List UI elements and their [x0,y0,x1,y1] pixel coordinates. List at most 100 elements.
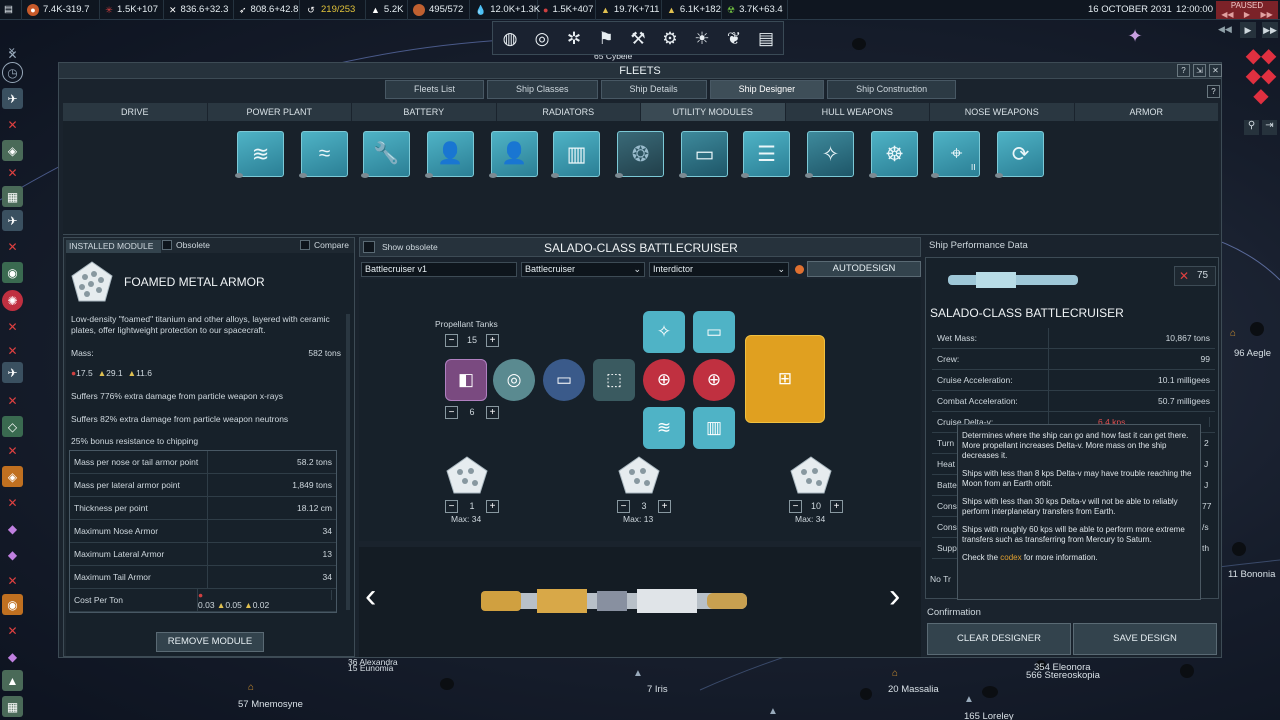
minus-icon[interactable]: − [445,333,458,347]
eye-icon[interactable] [931,173,939,178]
resource-item[interactable]: ▲ 6.1K+182 [662,0,722,20]
eye-icon[interactable] [299,173,307,178]
resource-item[interactable]: ➶ 808.6+42.8 [234,0,300,20]
notes-icon[interactable]: ▤ [751,24,781,54]
helm-icon[interactable]: ☸ [871,131,918,177]
map-label[interactable]: 11 Bononia [1228,569,1275,580]
codex-link[interactable]: codex [1000,553,1021,562]
repair-icon[interactable]: 🔧 [363,131,410,177]
station-icon[interactable]: ▦ [2,186,23,207]
tab-drive[interactable]: DRIVE [63,103,208,121]
propellant-stepper[interactable]: −15 + [445,333,499,347]
resource-item[interactable]: ● 1.5K+407 [538,0,596,20]
fleet-icon[interactable]: ✈ [2,210,23,231]
autodesign-button[interactable]: AUTODESIGN [807,261,921,277]
help-icon[interactable]: ? [1177,64,1190,77]
clear-designer-button[interactable]: CLEAR DESIGNER [927,623,1071,655]
tab-ship-construction[interactable]: Ship Construction [827,80,957,99]
resource-item[interactable]: 💧 12.0K+1.3K [470,0,540,20]
map-label[interactable]: 96 Aegle [1234,348,1271,359]
clock-icon[interactable]: ◷ [2,62,23,83]
drive-module-icon[interactable]: ◧ [445,359,487,401]
minus-icon[interactable]: − [617,499,630,513]
resource-item[interactable]: ☢ 3.7K+63.4 [722,0,788,20]
tab-utility-modules[interactable]: UTILITY MODULES [641,103,786,121]
eye-icon[interactable] [615,173,623,178]
next-arrow-icon[interactable]: › [889,577,900,616]
design-name-input[interactable]: Battlecruiser v1 [361,262,517,277]
map-label[interactable]: 57 Mnemosyne [238,699,303,710]
eye-icon[interactable] [741,173,749,178]
base-icon[interactable]: ◉ [2,594,23,615]
hostile-fleet-icon[interactable]: ✕ [2,570,23,591]
plus-icon[interactable]: + [486,405,499,419]
tab-radiators[interactable]: RADIATORS [496,103,641,121]
resource-item[interactable]: 495/572 [408,0,470,20]
map-label[interactable]: 15 Eunomia [348,663,393,673]
resource-item[interactable]: ✕ 836.6+32.3 [164,0,234,20]
eye-icon[interactable] [679,173,687,178]
water-module-icon[interactable]: ▭ [681,131,728,177]
nation-icon[interactable]: ◍ [495,24,525,54]
outpost-icon[interactable]: ⌂ [892,668,904,680]
alien-fleet-icon[interactable]: ◆ [2,544,23,565]
hostile-fleet-icon[interactable]: ✕ [2,440,23,461]
drive-stepper[interactable]: −6 + [445,405,499,419]
base-icon[interactable]: ◈ [2,466,23,487]
ladder-icon[interactable]: ☰ [743,131,790,177]
collapse-icon[interactable]: ⇥ [1262,120,1277,135]
drone-icon[interactable]: ❂ [617,131,664,177]
tab-ship-classes[interactable]: Ship Classes [487,80,598,99]
resource-item[interactable]: ↺ 219/253 [300,0,366,20]
resource-item[interactable]: ● 7.4K-319.7 [22,0,100,20]
reactor-icon[interactable]: ◎ [493,359,535,401]
minimize-icon[interactable]: ⇲ [1193,64,1206,77]
menu-icon[interactable]: ▤ [0,0,22,20]
lightbulb-icon[interactable]: ☀ [687,24,717,54]
habitat-icon[interactable]: ▲ [2,670,23,691]
weapon-mount-icon[interactable]: ⊕ [643,359,685,401]
research-nav-icon[interactable]: ✲ [559,24,589,54]
propellant-tank-icon[interactable]: ≈ [301,131,348,177]
cylinder-icon[interactable]: ▥ [553,131,600,177]
eye-icon[interactable] [425,173,433,178]
station-marker-icon[interactable]: ▲ [964,694,976,706]
cylinder-icon[interactable]: ▥ [693,407,735,449]
help-icon[interactable]: ? [1207,85,1220,98]
water-tank-icon[interactable]: ≋ [643,407,685,449]
tab-power-plant[interactable]: POWER PLANT [207,103,352,121]
plus-icon[interactable]: + [830,499,843,513]
station-icon[interactable]: ▦ [2,696,23,717]
hostile-fleet-icon[interactable]: ✕ [2,340,23,361]
eye-icon[interactable] [361,173,369,178]
prev-icon[interactable]: ◀◀ [1218,24,1234,38]
habitat-icon[interactable]: ◇ [2,416,23,437]
close-icon[interactable]: ✕ [1209,64,1222,77]
habitat-icon[interactable]: ◈ [2,140,23,161]
speed-control[interactable]: PAUSED ◀◀ ▶ ▶▶ [1216,1,1278,19]
hostile-fleet-icon[interactable]: ✕ [2,492,23,513]
plus-icon[interactable]: + [486,499,499,513]
flag-icon[interactable]: ⚑ [591,24,621,54]
map-label[interactable]: 165 Loreley [964,711,1014,720]
sensor-icon[interactable]: ✧ [807,131,854,177]
scrollbar[interactable] [346,314,350,610]
alert-diamonds-icon[interactable]: ◆◆ ◆◆ ◆ [1244,46,1278,106]
eye-icon[interactable] [235,173,243,178]
obsolete-checkbox[interactable] [162,240,172,250]
resource-item[interactable]: ✳ 1.5K+107 [100,0,164,20]
sensor-icon[interactable]: ✧ [643,311,685,353]
hull-select[interactable]: Battlecruiser ⌄ [521,262,645,277]
compare-checkbox[interactable] [300,240,310,250]
hostile-fleet-icon[interactable]: ✕ [2,162,23,183]
role-select[interactable]: Interdictor ⌄ [649,262,789,277]
tab-ship-details[interactable]: Ship Details [600,80,707,99]
orbit-target-icon[interactable]: ◎ [527,24,557,54]
speed-fast-icon[interactable]: ▶▶ [1260,10,1272,19]
hostile-fleet-icon[interactable]: ✕ [2,236,23,257]
plus-icon[interactable]: + [658,499,671,513]
tab-nose-weapons[interactable]: NOSE WEAPONS [930,103,1075,121]
nose-armor-stepper[interactable]: −1 + [445,499,499,513]
alien-fleet-icon[interactable]: ◆ [2,646,23,667]
industry-icon[interactable]: ⚒ [623,24,653,54]
